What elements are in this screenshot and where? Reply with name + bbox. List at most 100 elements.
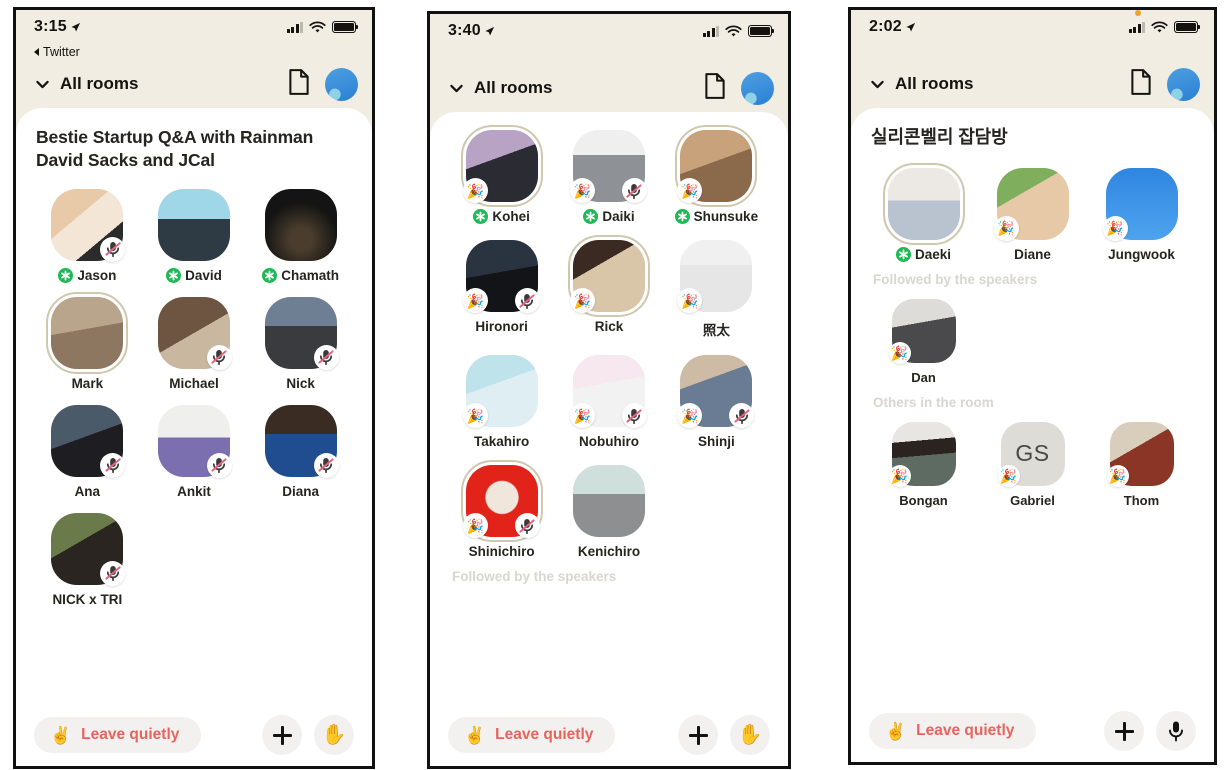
member-avatar[interactable]	[157, 296, 232, 370]
all-rooms-button[interactable]: All rooms	[869, 74, 973, 94]
member-avatar[interactable]: 🎉	[677, 240, 753, 313]
room-member[interactable]: 🎉 Thom	[1089, 421, 1194, 508]
all-rooms-button[interactable]: All rooms	[34, 74, 138, 94]
member-avatar[interactable]: 🎉	[888, 298, 956, 364]
room-member[interactable]: David	[143, 188, 246, 283]
back-to-app-link[interactable]: Twitter	[16, 44, 372, 60]
room-member[interactable]: Ana	[36, 404, 139, 499]
member-avatar[interactable]: 🎉	[1106, 421, 1174, 487]
phone-1: 3:15 Twitter All rooms Bestie Startup Q&A w…	[13, 7, 375, 769]
room-member[interactable]: Chamath	[249, 188, 352, 283]
room-member[interactable]: 🎉 Bongan	[871, 421, 976, 508]
microphone-button[interactable]	[1156, 711, 1196, 751]
room-member[interactable]: Nick	[249, 296, 352, 391]
mic-muted-icon	[626, 408, 643, 424]
room-card: 🎉 Kohei 🎉 Daiki 🎉 Shunsuke 🎉 Hironori 🎉 Rick 🎉 照太 🎉 T…	[430, 112, 788, 704]
room-member[interactable]: 🎉 Dan	[871, 298, 976, 385]
raise-hand-icon: ✋	[321, 724, 347, 746]
member-avatar[interactable]: 🎉	[460, 460, 543, 542]
profile-avatar-button[interactable]	[1167, 67, 1200, 101]
document-button[interactable]	[703, 72, 727, 105]
room-member[interactable]: 🎉 Kohei	[450, 125, 553, 224]
member-avatar[interactable]: 🎉	[675, 125, 758, 207]
member-avatar[interactable]	[46, 291, 129, 374]
room-member[interactable]: 🎉 Daiki	[557, 130, 660, 224]
add-people-button[interactable]	[678, 715, 718, 755]
raise-hand-button[interactable]: ✋	[314, 715, 354, 755]
room-member[interactable]: Kenichiro	[557, 465, 660, 559]
member-avatar[interactable]	[264, 188, 337, 261]
member-avatar[interactable]: 🎉	[567, 235, 650, 317]
mic-muted-icon	[211, 458, 228, 474]
member-avatar[interactable]: 🎉	[677, 355, 755, 428]
member-avatar[interactable]	[157, 188, 230, 261]
room-member[interactable]: 🎉 Jungwook	[1089, 167, 1194, 262]
member-avatar[interactable]: 🎉	[462, 240, 540, 313]
leave-quietly-button[interactable]: ✌️ Leave quietly	[448, 717, 616, 753]
member-avatar[interactable]: 🎉	[993, 167, 1069, 241]
document-button[interactable]	[287, 68, 311, 101]
member-avatar[interactable]	[264, 404, 339, 478]
member-avatar[interactable]	[264, 296, 339, 370]
profile-avatar-button[interactable]	[325, 67, 358, 101]
add-people-button[interactable]	[262, 715, 302, 755]
room-member[interactable]: GS 🎉 Gabriel	[980, 421, 1085, 508]
room-member[interactable]: Michael	[143, 296, 246, 391]
room-member[interactable]: 🎉 Hironori	[450, 240, 553, 339]
room-member[interactable]: 🎉 Diane	[980, 167, 1085, 262]
member-avatar[interactable]: 🎉	[888, 421, 956, 487]
chevron-down-icon	[36, 80, 49, 88]
member-avatar[interactable]: GS 🎉	[997, 421, 1065, 487]
leave-quietly-button[interactable]: ✌️ Leave quietly	[869, 713, 1037, 749]
member-avatar[interactable]	[51, 512, 126, 586]
member-name: Shinji	[698, 434, 735, 449]
status-right	[286, 21, 359, 34]
leave-quietly-button[interactable]: ✌️ Leave quietly	[34, 717, 202, 753]
document-button[interactable]	[1129, 68, 1153, 101]
member-name: Dan	[911, 370, 936, 385]
member-avatar[interactable]	[157, 404, 232, 478]
room-member[interactable]: NICK x TRI	[36, 512, 139, 607]
member-avatar[interactable]	[572, 465, 645, 537]
room-member[interactable]: 🎉 Nobuhiro	[557, 355, 660, 449]
all-rooms-button[interactable]: All rooms	[448, 78, 552, 98]
room-member[interactable]: 🎉 Shunsuke	[665, 125, 768, 224]
room-member[interactable]: Ankit	[143, 404, 246, 499]
room-member[interactable]: Jason	[36, 188, 139, 283]
bottom-action-bar: ✌️ Leave quietly ✋	[16, 704, 372, 766]
recording-indicator-dot	[1134, 10, 1141, 16]
battery-icon	[1174, 21, 1201, 33]
peace-sign-icon: ✌️	[464, 725, 486, 745]
room-member[interactable]: Daeki	[871, 162, 976, 262]
raise-hand-button[interactable]: ✋	[730, 715, 770, 755]
mic-muted-icon	[105, 242, 121, 258]
member-name-text: Nobuhiro	[578, 434, 639, 449]
add-people-button[interactable]	[1104, 711, 1144, 751]
all-rooms-label: All rooms	[474, 78, 553, 97]
member-avatar[interactable]	[882, 162, 965, 245]
member-grid: Daeki 🎉 Diane 🎉 Jungwook	[871, 162, 1194, 262]
section-label: Followed by the speakers	[873, 271, 1038, 287]
speaker-asterisk-icon	[674, 209, 690, 224]
member-name-text: Daeki	[914, 246, 952, 262]
member-avatar[interactable]: 🎉	[460, 125, 543, 207]
member-avatar[interactable]: 🎉	[462, 355, 538, 428]
status-left: 3:40	[448, 23, 495, 39]
room-member[interactable]: 🎉 Takahiro	[450, 355, 553, 449]
room-member[interactable]: 🎉 Shinichiro	[450, 460, 553, 559]
member-avatar[interactable]	[51, 188, 126, 262]
member-avatar[interactable]: 🎉	[1102, 167, 1178, 241]
status-bar: 3:40	[430, 14, 788, 48]
room-member[interactable]: 🎉 Rick	[557, 235, 660, 339]
member-avatar[interactable]: 🎉	[569, 355, 647, 428]
member-name-text: David	[185, 267, 222, 283]
member-avatar[interactable]	[51, 404, 126, 478]
room-member[interactable]: 🎉 Shinji	[665, 355, 768, 449]
room-member[interactable]: Mark	[36, 291, 139, 391]
room-member[interactable]: 🎉 照太	[665, 240, 768, 339]
plus-icon	[1114, 721, 1134, 741]
room-member[interactable]: Diana	[249, 404, 352, 499]
member-name-text: Gabriel	[1010, 492, 1055, 508]
profile-avatar-button[interactable]	[741, 71, 774, 105]
member-avatar[interactable]: 🎉	[569, 130, 647, 203]
